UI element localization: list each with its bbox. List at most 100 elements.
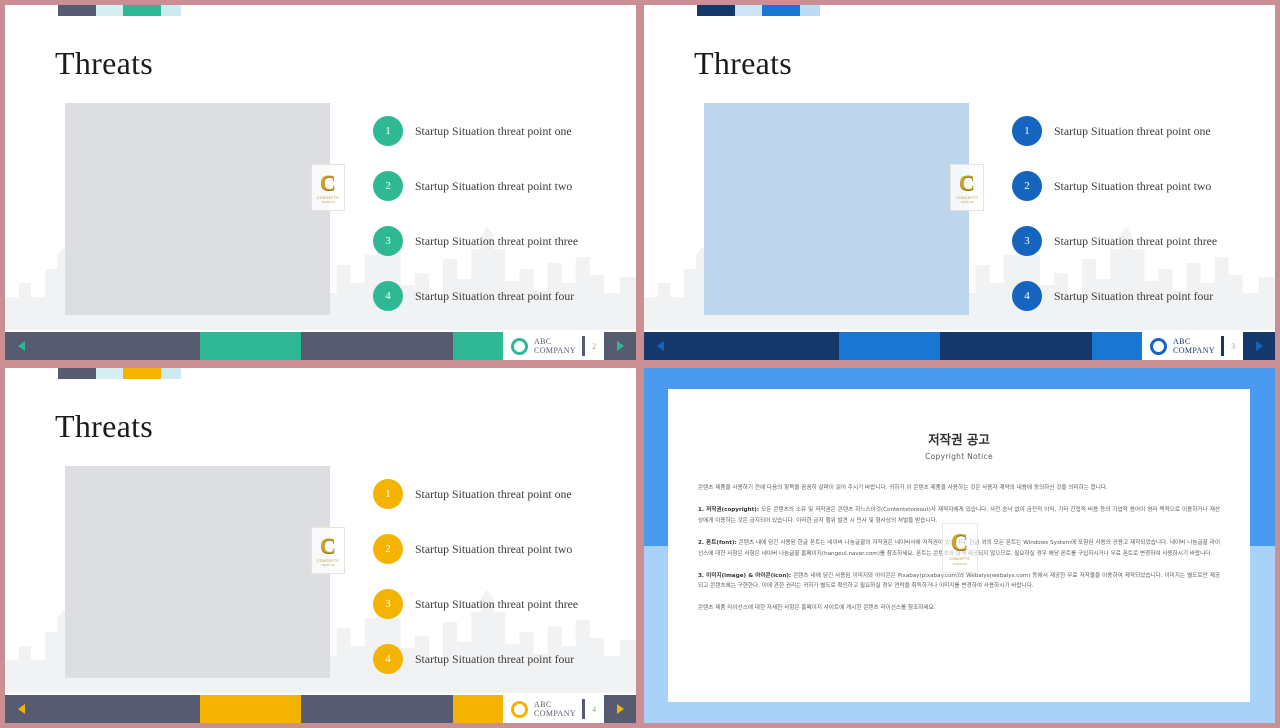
slide-thumbnail-grid: Threats C CONCEPTS TEMPLATE 1 Startup Sit… [0, 0, 1280, 728]
copyright-paragraph: 3. 이미지(image) & 아이콘(icon): 콘텐츠 내에 담긴 사용된… [698, 571, 1220, 593]
next-slide-button[interactable] [604, 332, 636, 360]
bullet-item[interactable]: 2 Startup Situation threat point two [373, 160, 613, 212]
footer-segment-4 [1092, 332, 1142, 360]
footer-segment-3 [940, 332, 1092, 360]
bullet-number-badge: 2 [373, 534, 403, 564]
slide-2[interactable]: Threats C CONCEPTS TEMPLATE 1 Startup Sit… [644, 5, 1275, 360]
chip-1 [58, 5, 96, 16]
next-slide-button[interactable] [604, 695, 636, 723]
bullet-number-badge: 4 [373, 281, 403, 311]
bullet-text: Startup Situation threat point one [1054, 123, 1211, 138]
arrow-left-icon [656, 341, 664, 351]
bullet-list: 1 Startup Situation threat point one 2 Star… [1012, 105, 1252, 325]
footer-segment-4 [453, 695, 503, 723]
bullet-number-badge: 1 [373, 479, 403, 509]
watermark-line1: CONCEPTS [956, 195, 978, 200]
bullet-text: Startup Situation threat point two [415, 541, 573, 556]
bullet-number-badge: 3 [1012, 226, 1042, 256]
bullet-number-badge: 3 [373, 589, 403, 619]
bullet-item[interactable]: 4 Startup Situation threat point four [373, 270, 613, 322]
company-name-line2: COMPANY [534, 346, 577, 355]
bullet-number: 3 [385, 598, 391, 610]
company-name-line2: COMPANY [1173, 346, 1216, 355]
bullet-text: Startup Situation threat point four [1054, 288, 1214, 303]
watermark-line1: CONCEPTS [317, 195, 339, 200]
bullet-number: 1 [385, 125, 391, 137]
chip-1 [58, 368, 96, 379]
bullet-item[interactable]: 4 Startup Situation threat point four [373, 633, 613, 685]
bullet-number: 2 [1024, 180, 1030, 192]
bullet-number: 4 [1024, 290, 1030, 302]
company-name-line1: ABC [534, 699, 552, 709]
bullet-text: Startup Situation threat point one [415, 486, 572, 501]
company-name: ABC COMPANY [534, 700, 576, 718]
copyright-paragraph-text: 콘텐츠 제품 라이선스에 대한 자세한 사항은 홈페이지 사이트에 게시한 콘텐… [698, 605, 936, 612]
footer-segment-3 [301, 332, 453, 360]
previous-slide-button[interactable] [5, 695, 37, 723]
slide-footer: ABC COMPANY 2 [5, 332, 636, 360]
page-title: Threats [55, 408, 154, 444]
watermark-letter: C [320, 169, 336, 195]
chip-4 [161, 5, 181, 16]
slide-3[interactable]: Threats C CONCEPTS TEMPLATE 1 Startup Sit… [5, 368, 636, 723]
bullet-item[interactable]: 3 Startup Situation threat point three [373, 578, 613, 630]
bullet-text: Startup Situation threat point two [415, 178, 573, 193]
bullet-text: Startup Situation threat point two [1054, 178, 1212, 193]
chip-3 [123, 368, 161, 379]
ring-icon [511, 337, 528, 355]
copyright-paragraph-text: 콘텐츠 제품을 사용하기 전에 다음의 항목을 꼼꼼히 살펴이 읽어 주시기 바… [698, 485, 1108, 491]
chip-3 [123, 5, 161, 16]
image-placeholder[interactable] [704, 103, 969, 315]
page-title: Threats [694, 45, 793, 81]
bullet-item[interactable]: 1 Startup Situation threat point one [1012, 105, 1252, 157]
chip-4 [800, 5, 820, 16]
bullet-text: Startup Situation threat point four [415, 651, 575, 666]
chip-4 [161, 368, 181, 379]
footer-segment-4 [453, 332, 503, 360]
footer-segment-2 [200, 695, 301, 723]
copyright-paragraph: 콘텐츠 제품 라이선스에 대한 자세한 사항은 홈페이지 사이트에 게시한 콘텐… [698, 603, 1220, 614]
footer-segment-1 [37, 332, 200, 360]
footer-segment-3 [301, 695, 453, 723]
watermark-line1: CONCEPTS [317, 558, 339, 563]
page-number: 2 [592, 341, 597, 351]
page-title: Threats [55, 45, 154, 81]
footer-segment-2 [200, 332, 301, 360]
slide-4-copyright[interactable]: 저작권 공고 Copyright Notice 콘텐츠 제품을 사용하기 전에 … [644, 368, 1275, 723]
image-placeholder[interactable] [65, 103, 330, 315]
ring-icon [511, 700, 528, 718]
copyright-paragraph: 콘텐츠 제품을 사용하기 전에 다음의 항목을 꼼꼼히 살펴이 읽어 주시기 바… [698, 483, 1220, 494]
bullet-number: 2 [385, 180, 391, 192]
bullet-item[interactable]: 4 Startup Situation threat point four [1012, 270, 1252, 322]
divider [582, 336, 586, 356]
copyright-paragraph-lead: 2. 폰트(font): [698, 539, 737, 546]
next-slide-button[interactable] [1243, 332, 1275, 360]
bullet-item[interactable]: 1 Startup Situation threat point one [373, 105, 613, 157]
slide-footer: ABC COMPANY 3 [644, 332, 1275, 360]
arrow-right-icon [616, 341, 624, 351]
top-color-chips [697, 5, 820, 16]
slide-footer: ABC COMPANY 4 [5, 695, 636, 723]
bullet-number-badge: 2 [373, 171, 403, 201]
watermark-line2: TEMPLATE [952, 561, 967, 566]
divider [1221, 336, 1225, 356]
bullet-number: 1 [1024, 125, 1030, 137]
bullet-item[interactable]: 3 Startup Situation threat point three [373, 215, 613, 267]
copyright-paragraph-lead: 1. 저작권(copyright): [698, 506, 760, 513]
bullet-text: Startup Situation threat point three [415, 596, 579, 611]
bullet-item[interactable]: 1 Startup Situation threat point one [373, 468, 613, 520]
watermark-line2: TEMPLATE [321, 563, 335, 567]
bullet-item[interactable]: 2 Startup Situation threat point two [373, 523, 613, 575]
watermark-letter: C [950, 529, 969, 556]
divider [582, 699, 586, 719]
bullet-item[interactable]: 3 Startup Situation threat point three [1012, 215, 1252, 267]
chip-1 [697, 5, 735, 16]
arrow-right-icon [616, 704, 624, 714]
bullet-text: Startup Situation threat point three [1054, 233, 1218, 248]
image-placeholder[interactable] [65, 466, 330, 678]
bullet-number-badge: 3 [373, 226, 403, 256]
previous-slide-button[interactable] [644, 332, 676, 360]
bullet-item[interactable]: 2 Startup Situation threat point two [1012, 160, 1252, 212]
slide-1[interactable]: Threats C CONCEPTS TEMPLATE 1 Startup Sit… [5, 5, 636, 360]
previous-slide-button[interactable] [5, 332, 37, 360]
